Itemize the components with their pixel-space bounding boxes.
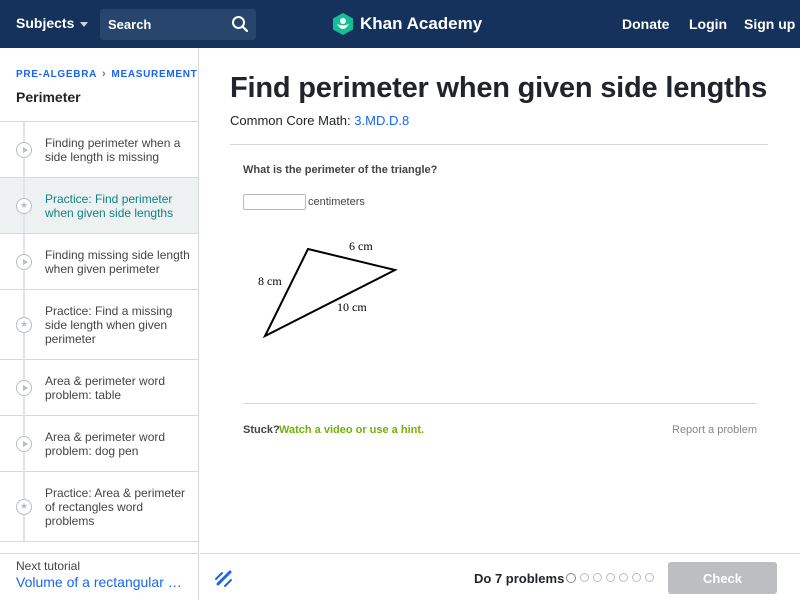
sidebar-item-label: Finding perimeter when a side length is … bbox=[45, 136, 181, 164]
triangle-label-bottom: 10 cm bbox=[337, 300, 367, 314]
sidebar-item-list: Finding perimeter when a side length is … bbox=[0, 121, 198, 542]
chevron-down-icon bbox=[80, 21, 89, 27]
star-icon: ★ bbox=[16, 197, 32, 214]
breadcrumb: PRE-ALGEBRA › MEASUREMENT bbox=[16, 68, 197, 80]
top-navbar: Subjects Search Khan Academy Donate Logi… bbox=[0, 0, 800, 48]
sidebar-item-video[interactable]: Area & perimeter word problem: dog pen bbox=[0, 416, 198, 472]
progress-dot bbox=[619, 573, 628, 582]
problem-progress-dots bbox=[566, 573, 654, 583]
report-problem-link[interactable]: Report a problem bbox=[672, 424, 757, 436]
progress-dot bbox=[566, 573, 576, 583]
sidebar-item-label: Finding missing side length when given p… bbox=[45, 248, 190, 276]
divider bbox=[243, 403, 757, 404]
star-icon: ★ bbox=[16, 316, 32, 333]
common-core-standard: Common Core Math: 3.MD.D.8 bbox=[230, 113, 409, 128]
triangle-shape bbox=[262, 247, 398, 339]
page-title: Find perimeter when given side lengths bbox=[230, 72, 768, 104]
common-core-code-link[interactable]: 3.MD.D.8 bbox=[354, 113, 409, 128]
sidebar-item-practice[interactable]: ★ Practice: Find a missing side length w… bbox=[0, 290, 198, 360]
next-tutorial: Next tutorial Volume of a rectangular pr… bbox=[0, 553, 198, 600]
star-icon: ★ bbox=[16, 498, 32, 515]
triangle-figure: 6 cm 8 cm 10 cm bbox=[258, 239, 398, 339]
progress-dot bbox=[593, 573, 602, 582]
subjects-label: Subjects bbox=[16, 15, 75, 31]
search-box[interactable]: Search bbox=[100, 9, 256, 40]
sidebar-title: Perimeter bbox=[16, 89, 81, 105]
progress-dot bbox=[606, 573, 615, 582]
progress-dot bbox=[645, 573, 654, 582]
divider bbox=[230, 144, 768, 145]
khan-leaf-icon bbox=[333, 13, 353, 35]
play-icon bbox=[16, 253, 32, 270]
sidebar-item-label: Area & perimeter word problem: dog pen bbox=[45, 430, 166, 458]
sidebar-item-label: Practice: Find a missing side length whe… bbox=[45, 304, 173, 346]
stuck-label: Stuck? bbox=[243, 424, 280, 436]
logo-text: Khan Academy bbox=[360, 14, 483, 33]
scratchpad-pencil-icon[interactable] bbox=[214, 568, 234, 588]
problem-goal-label: Do 7 problems bbox=[474, 571, 565, 586]
search-placeholder: Search bbox=[108, 17, 152, 32]
triangle-label-left: 8 cm bbox=[258, 274, 282, 288]
next-tutorial-label: Next tutorial bbox=[16, 559, 81, 573]
sidebar-item-label: Practice: Area & perimeter of rectangles… bbox=[45, 486, 186, 528]
hint-link[interactable]: Watch a video or use a hint. bbox=[279, 424, 424, 436]
sidebar-item-practice[interactable]: ★ Practice: Area & perimeter of rectangl… bbox=[0, 472, 198, 542]
play-icon bbox=[16, 379, 32, 396]
check-button[interactable]: Check bbox=[668, 562, 777, 594]
login-link[interactable]: Login bbox=[689, 16, 727, 32]
breadcrumb-measurement[interactable]: MEASUREMENT bbox=[111, 69, 197, 80]
exercise-footer: Do 7 problems Check bbox=[200, 553, 800, 600]
unit-label: centimeters bbox=[308, 196, 365, 208]
sidebar-item-label: Practice: Find perimeter when given side… bbox=[45, 192, 174, 220]
sidebar-item-video[interactable]: Finding missing side length when given p… bbox=[0, 234, 198, 290]
triangle-label-top: 6 cm bbox=[349, 239, 373, 253]
donate-link[interactable]: Donate bbox=[622, 16, 669, 32]
next-tutorial-link[interactable]: Volume of a rectangular prism bbox=[16, 574, 188, 590]
search-icon[interactable] bbox=[231, 15, 249, 33]
play-icon bbox=[16, 435, 32, 452]
khan-academy-logo[interactable]: Khan Academy bbox=[332, 12, 482, 36]
question-text: What is the perimeter of the triangle? bbox=[243, 164, 438, 176]
sidebar-item-video[interactable]: Finding perimeter when a side length is … bbox=[0, 122, 198, 178]
tutorial-sidebar: PRE-ALGEBRA › MEASUREMENT Perimeter Find… bbox=[0, 48, 199, 600]
sidebar-item-label: Area & perimeter word problem: table bbox=[45, 374, 166, 402]
common-core-label: Common Core Math: bbox=[230, 113, 351, 128]
play-icon bbox=[16, 141, 32, 158]
progress-dot bbox=[580, 573, 589, 582]
subjects-menu-button[interactable]: Subjects bbox=[16, 15, 89, 31]
signup-link[interactable]: Sign up bbox=[744, 16, 795, 32]
breadcrumb-separator: › bbox=[102, 68, 107, 80]
breadcrumb-pre-algebra[interactable]: PRE-ALGEBRA bbox=[16, 69, 97, 80]
answer-input[interactable] bbox=[243, 194, 306, 210]
progress-dot bbox=[632, 573, 641, 582]
sidebar-item-practice-active[interactable]: ★ Practice: Find perimeter when given si… bbox=[0, 178, 198, 234]
sidebar-item-video[interactable]: Area & perimeter word problem: table bbox=[0, 360, 198, 416]
